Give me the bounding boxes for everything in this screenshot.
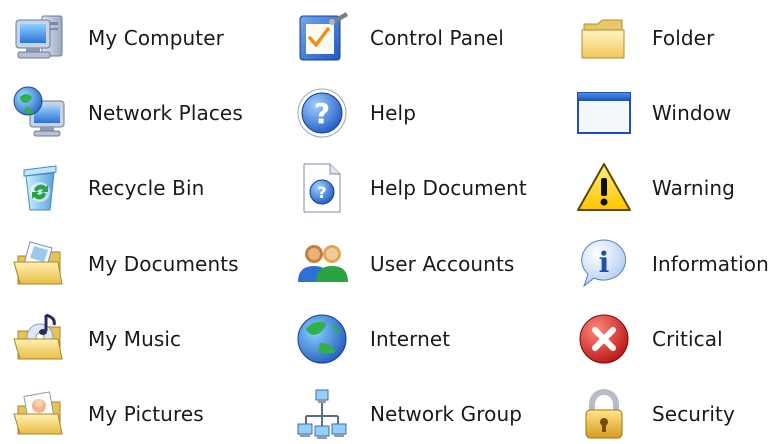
icon-item-folder[interactable]: Folder: [572, 8, 772, 68]
control-panel-icon: [290, 8, 354, 68]
folder-icon: [572, 8, 636, 68]
window-icon: [572, 83, 636, 143]
icon-item-information[interactable]: i Information: [572, 234, 772, 294]
icon-grid: My Computer Network Places Recycle Bin M…: [0, 0, 773, 440]
network-group-icon: [290, 384, 354, 444]
icon-label: Information: [652, 252, 769, 276]
icon-label: Help: [370, 101, 416, 125]
security-icon: [572, 384, 636, 444]
information-icon: i: [572, 234, 636, 294]
network-places-icon: [8, 83, 72, 143]
icon-item-user-accounts[interactable]: User Accounts: [290, 234, 514, 294]
icon-label: Network Places: [88, 101, 243, 125]
icon-column-3: Folder Window Warning i Information Crit…: [572, 0, 773, 440]
svg-text:i: i: [599, 246, 610, 279]
icon-label: Help Document: [370, 176, 527, 200]
icon-label: Warning: [652, 176, 735, 200]
icon-label: My Documents: [88, 252, 239, 276]
icon-item-network-group[interactable]: Network Group: [290, 384, 522, 444]
help-icon: ?: [290, 83, 354, 143]
icon-item-security[interactable]: Security: [572, 384, 772, 444]
icon-item-my-music[interactable]: My Music: [8, 309, 208, 369]
icon-label: User Accounts: [370, 252, 515, 276]
icon-column-1: My Computer Network Places Recycle Bin M…: [8, 0, 268, 440]
icon-label: Critical: [652, 327, 723, 351]
icon-item-help[interactable]: ? Help: [290, 83, 490, 143]
icon-label: My Music: [88, 327, 182, 351]
user-accounts-icon: [290, 234, 354, 294]
icon-item-my-pictures[interactable]: My Pictures: [8, 384, 208, 444]
svg-text:?: ?: [314, 97, 330, 130]
icon-item-my-documents[interactable]: My Documents: [8, 234, 239, 294]
icon-column-2: Control Panel ? Help ? Help Document Use…: [290, 0, 550, 440]
my-documents-icon: [8, 234, 72, 294]
my-pictures-icon: [8, 384, 72, 444]
icon-label: My Pictures: [88, 402, 204, 426]
icon-item-critical[interactable]: Critical: [572, 309, 772, 369]
icon-label: Window: [652, 101, 732, 125]
recycle-bin-icon: [8, 158, 72, 218]
icon-label: Internet: [370, 327, 451, 351]
help-document-icon: ?: [290, 158, 354, 218]
icon-label: Security: [652, 402, 735, 426]
icon-label: Recycle Bin: [88, 176, 205, 200]
icon-label: Network Group: [370, 402, 523, 426]
icon-item-window[interactable]: Window: [572, 83, 772, 143]
svg-text:?: ?: [317, 183, 326, 202]
icon-item-recycle-bin[interactable]: Recycle Bin: [8, 158, 208, 218]
warning-icon: [572, 158, 636, 218]
internet-icon: [290, 309, 354, 369]
icon-item-help-document[interactable]: ? Help Document: [290, 158, 527, 218]
my-music-icon: [8, 309, 72, 369]
icon-label: Folder: [652, 26, 715, 50]
critical-icon: [572, 309, 636, 369]
icon-item-internet[interactable]: Internet: [290, 309, 490, 369]
my-computer-icon: [8, 8, 72, 68]
icon-label: Control Panel: [370, 26, 504, 50]
icon-item-network-places[interactable]: Network Places: [8, 83, 243, 143]
icon-item-control-panel[interactable]: Control Panel: [290, 8, 504, 68]
icon-label: My Computer: [88, 26, 224, 50]
icon-item-my-computer[interactable]: My Computer: [8, 8, 224, 68]
icon-item-warning[interactable]: Warning: [572, 158, 772, 218]
